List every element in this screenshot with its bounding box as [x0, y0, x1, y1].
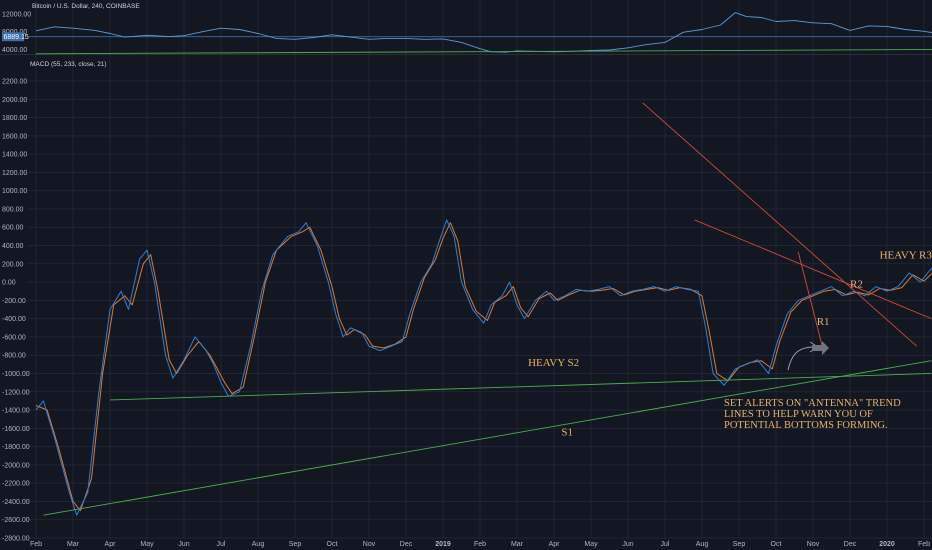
trend-line-label: R2	[850, 279, 863, 291]
macd-y-tick-label: -2800.00	[2, 536, 30, 543]
x-tick-label: Sep	[289, 541, 302, 548]
price-panel-title: Bitcoin / U.S. Dollar, 240, COINBASE	[32, 3, 140, 10]
macd-y-tick-label: 1600.00	[2, 133, 27, 140]
macd-y-tick-label: -1400.00	[2, 408, 30, 415]
x-tick-label: Feb	[30, 541, 42, 548]
macd-y-tick-label: -2600.00	[2, 517, 30, 524]
x-tick-label: 2019	[435, 541, 451, 548]
note-line: POTENTIAL BOTTOMS FORMING.	[724, 420, 888, 431]
macd-y-tick-label: 600.00	[2, 225, 24, 232]
macd-y-tick-label: -400.00	[2, 316, 26, 323]
macd-y-tick-label: 2000.00	[2, 97, 27, 104]
x-tick-label: Oct	[327, 541, 338, 548]
x-tick-label: Apr	[549, 541, 561, 548]
x-tick-label: Dec	[844, 541, 857, 548]
trend-line-label: R1	[817, 316, 830, 328]
macd-y-tick-label: -1200.00	[2, 389, 30, 396]
note-line: SET ALERTS ON "ANTENNA" TREND	[724, 398, 901, 409]
macd-y-tick-label: -2200.00	[2, 481, 30, 488]
macd-y-tick-label: 200.00	[2, 261, 24, 268]
note-line: LINES TO HELP WARN YOU OF	[724, 409, 873, 420]
macd-y-tick-label: 0.00	[2, 280, 16, 287]
x-tick-label: May	[584, 541, 598, 548]
x-tick-label: Feb	[918, 541, 930, 548]
last-price-label: 6889.15	[4, 34, 29, 41]
macd-y-tick-label: 1400.00	[2, 152, 27, 159]
x-tick-label: Jul	[217, 541, 226, 548]
x-tick-label: Jun	[178, 541, 189, 548]
macd-y-tick-label: -2000.00	[2, 462, 30, 469]
macd-y-tick-label: -1800.00	[2, 444, 30, 451]
x-tick-label: Jul	[661, 541, 670, 548]
x-tick-label: Feb	[474, 541, 486, 548]
x-tick-label: Apr	[105, 541, 117, 548]
x-tick-label: May	[140, 541, 154, 548]
macd-y-tick-label: -200.00	[2, 298, 26, 305]
macd-panel-title: MACD (55, 233, close, 21)	[30, 61, 107, 68]
x-tick-label: Aug	[252, 541, 265, 548]
x-tick-label: Oct	[771, 541, 782, 548]
price-y-tick-label: 4000.00	[2, 47, 27, 54]
x-tick-label: Jun	[622, 541, 633, 548]
macd-y-tick-label: -1000.00	[2, 371, 30, 378]
x-tick-label: Aug	[696, 541, 709, 548]
x-tick-label: Nov	[363, 541, 376, 548]
x-tick-label: Mar	[67, 541, 80, 548]
chart: Bitcoin / U.S. Dollar, 240, COINBASE MAC…	[0, 0, 932, 550]
x-tick-label: Dec	[400, 541, 413, 548]
trend-line-label: HEAVY R3	[880, 249, 932, 261]
macd-y-tick-label: 1800.00	[2, 115, 27, 122]
price-panel: Bitcoin / U.S. Dollar, 240, COINBASE	[32, 3, 140, 10]
trend-line-label: HEAVY S2	[528, 357, 579, 369]
macd-y-tick-label: -600.00	[2, 334, 26, 341]
macd-panel: MACD (55, 233, close, 21)	[30, 61, 107, 68]
x-tick-label: Nov	[807, 541, 820, 548]
trend-line-label: S1	[561, 427, 573, 439]
macd-y-tick-label: 2200.00	[2, 79, 27, 86]
price-y-tick-label: 12000.00	[2, 11, 31, 18]
x-tick-label: Sep	[733, 541, 746, 548]
macd-y-tick-label: 1000.00	[2, 188, 27, 195]
macd-y-tick-label: -800.00	[2, 353, 26, 360]
macd-y-tick-label: -1600.00	[2, 426, 30, 433]
macd-y-tick-label: 400.00	[2, 243, 24, 250]
x-tick-label: Mar	[511, 541, 524, 548]
macd-y-tick-label: -2400.00	[2, 499, 30, 506]
macd-y-tick-label: 1200.00	[2, 170, 27, 177]
x-tick-label: 2020	[879, 541, 895, 548]
macd-y-tick-label: 800.00	[2, 206, 24, 213]
